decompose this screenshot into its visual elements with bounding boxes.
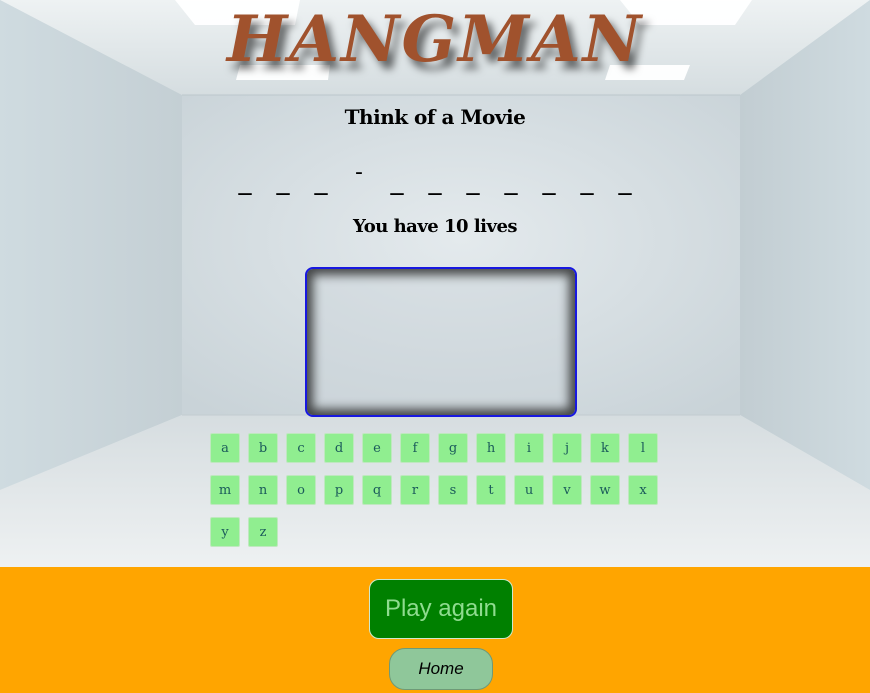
letter-key-h[interactable]: h — [476, 433, 506, 463]
letter-key-p[interactable]: p — [324, 475, 354, 505]
word-slots: _ _ _ - _ _ _ _ _ _ _ — [0, 160, 870, 196]
letter-key-u[interactable]: u — [514, 475, 544, 505]
word-slot: _ — [314, 166, 328, 196]
letter-key-w[interactable]: w — [590, 475, 620, 505]
letter-key-s[interactable]: s — [438, 475, 468, 505]
category-prompt: Think of a Movie — [344, 105, 526, 129]
letter-key-o[interactable]: o — [286, 475, 316, 505]
lives-counter: You have 10 lives — [352, 216, 518, 237]
letter-key-d[interactable]: d — [324, 433, 354, 463]
letter-key-r[interactable]: r — [400, 475, 430, 505]
letter-key-v[interactable]: v — [552, 475, 582, 505]
play-again-button[interactable]: Play again — [369, 579, 513, 639]
letter-key-t[interactable]: t — [476, 475, 506, 505]
word-slot: _ — [390, 166, 404, 196]
word-slot: _ — [504, 166, 518, 196]
word-slot: _ — [238, 166, 252, 196]
word-slot: _ — [428, 166, 442, 196]
letter-key-m[interactable]: m — [210, 475, 240, 505]
letter-key-q[interactable]: q — [362, 475, 392, 505]
letter-key-k[interactable]: k — [590, 433, 620, 463]
letter-key-g[interactable]: g — [438, 433, 468, 463]
letter-key-x[interactable]: x — [628, 475, 658, 505]
letter-key-z[interactable]: z — [248, 517, 278, 547]
word-slot: _ — [580, 166, 594, 196]
hangman-drawing-canvas — [305, 267, 577, 417]
letter-key-l[interactable]: l — [628, 433, 658, 463]
letter-key-y[interactable]: y — [210, 517, 240, 547]
home-button[interactable]: Home — [389, 648, 493, 690]
letter-key-a[interactable]: a — [210, 433, 240, 463]
game-title: HANGMAN — [226, 2, 644, 77]
letter-key-e[interactable]: e — [362, 433, 392, 463]
word-slot: _ — [618, 166, 632, 196]
letter-key-j[interactable]: j — [552, 433, 582, 463]
letter-key-c[interactable]: c — [286, 433, 316, 463]
word-slot: _ — [276, 166, 290, 196]
letter-key-n[interactable]: n — [248, 475, 278, 505]
word-slot: _ — [466, 166, 480, 196]
letter-key-i[interactable]: i — [514, 433, 544, 463]
letter-key-b[interactable]: b — [248, 433, 278, 463]
letter-key-f[interactable]: f — [400, 433, 430, 463]
word-slot-hyphen: - — [355, 160, 363, 185]
word-slot: _ — [542, 166, 556, 196]
